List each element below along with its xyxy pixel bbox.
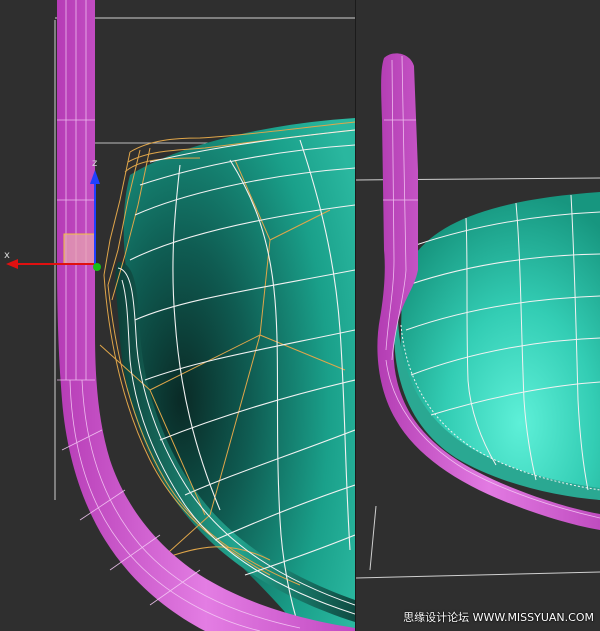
watermark-text: 思缘设计论坛 WWW.MISSYUAN.COM [403,611,594,624]
xy-plane-handle-icon[interactable] [63,233,96,265]
right-viewport[interactable] [356,0,600,631]
z-axis-label: z [92,158,97,169]
reference-line [369,505,377,571]
y-axis-dot-icon[interactable] [93,263,101,271]
right-viewport-scene [356,53,600,579]
dual-viewport-stage: x z 思缘设计论坛 WWW.MISSYUAN.COM [0,0,600,631]
reference-line [356,571,600,579]
left-viewport-scene: x z [4,0,355,631]
left-viewport[interactable]: x z [0,0,355,631]
x-axis-label: x [4,250,10,261]
